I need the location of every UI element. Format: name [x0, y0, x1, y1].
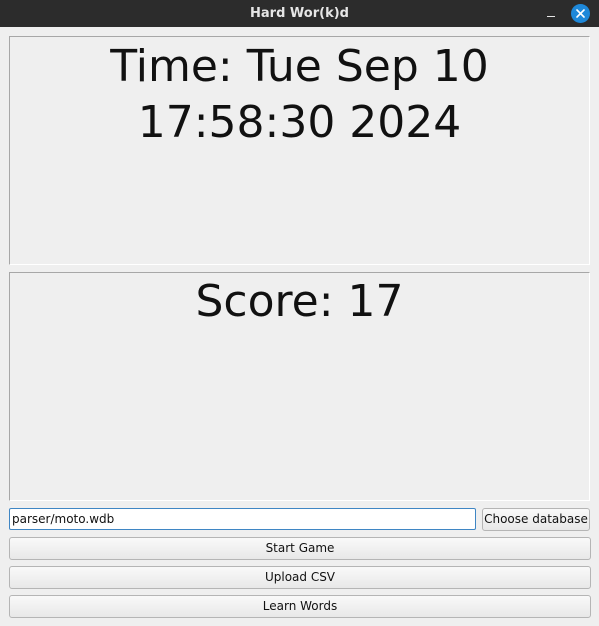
title-bar: Hard Wor(k)d	[0, 0, 599, 27]
close-icon[interactable]	[571, 4, 590, 23]
window-title: Hard Wor(k)d	[250, 6, 349, 21]
close-x-glyph	[576, 9, 585, 18]
score-panel: Score: 17	[9, 272, 590, 501]
time-panel: Time: Tue Sep 10 17:58:30 2024	[9, 36, 590, 265]
start-game-button[interactable]: Start Game	[9, 537, 591, 560]
choose-database-button[interactable]: Choose database	[482, 508, 590, 531]
learn-words-button[interactable]: Learn Words	[9, 595, 591, 618]
database-path-input[interactable]	[9, 508, 476, 530]
upload-csv-button[interactable]: Upload CSV	[9, 566, 591, 589]
score-label: Score: 17	[195, 276, 404, 327]
minimize-icon[interactable]	[543, 6, 559, 22]
time-label: Time: Tue Sep 10 17:58:30 2024	[110, 41, 489, 148]
